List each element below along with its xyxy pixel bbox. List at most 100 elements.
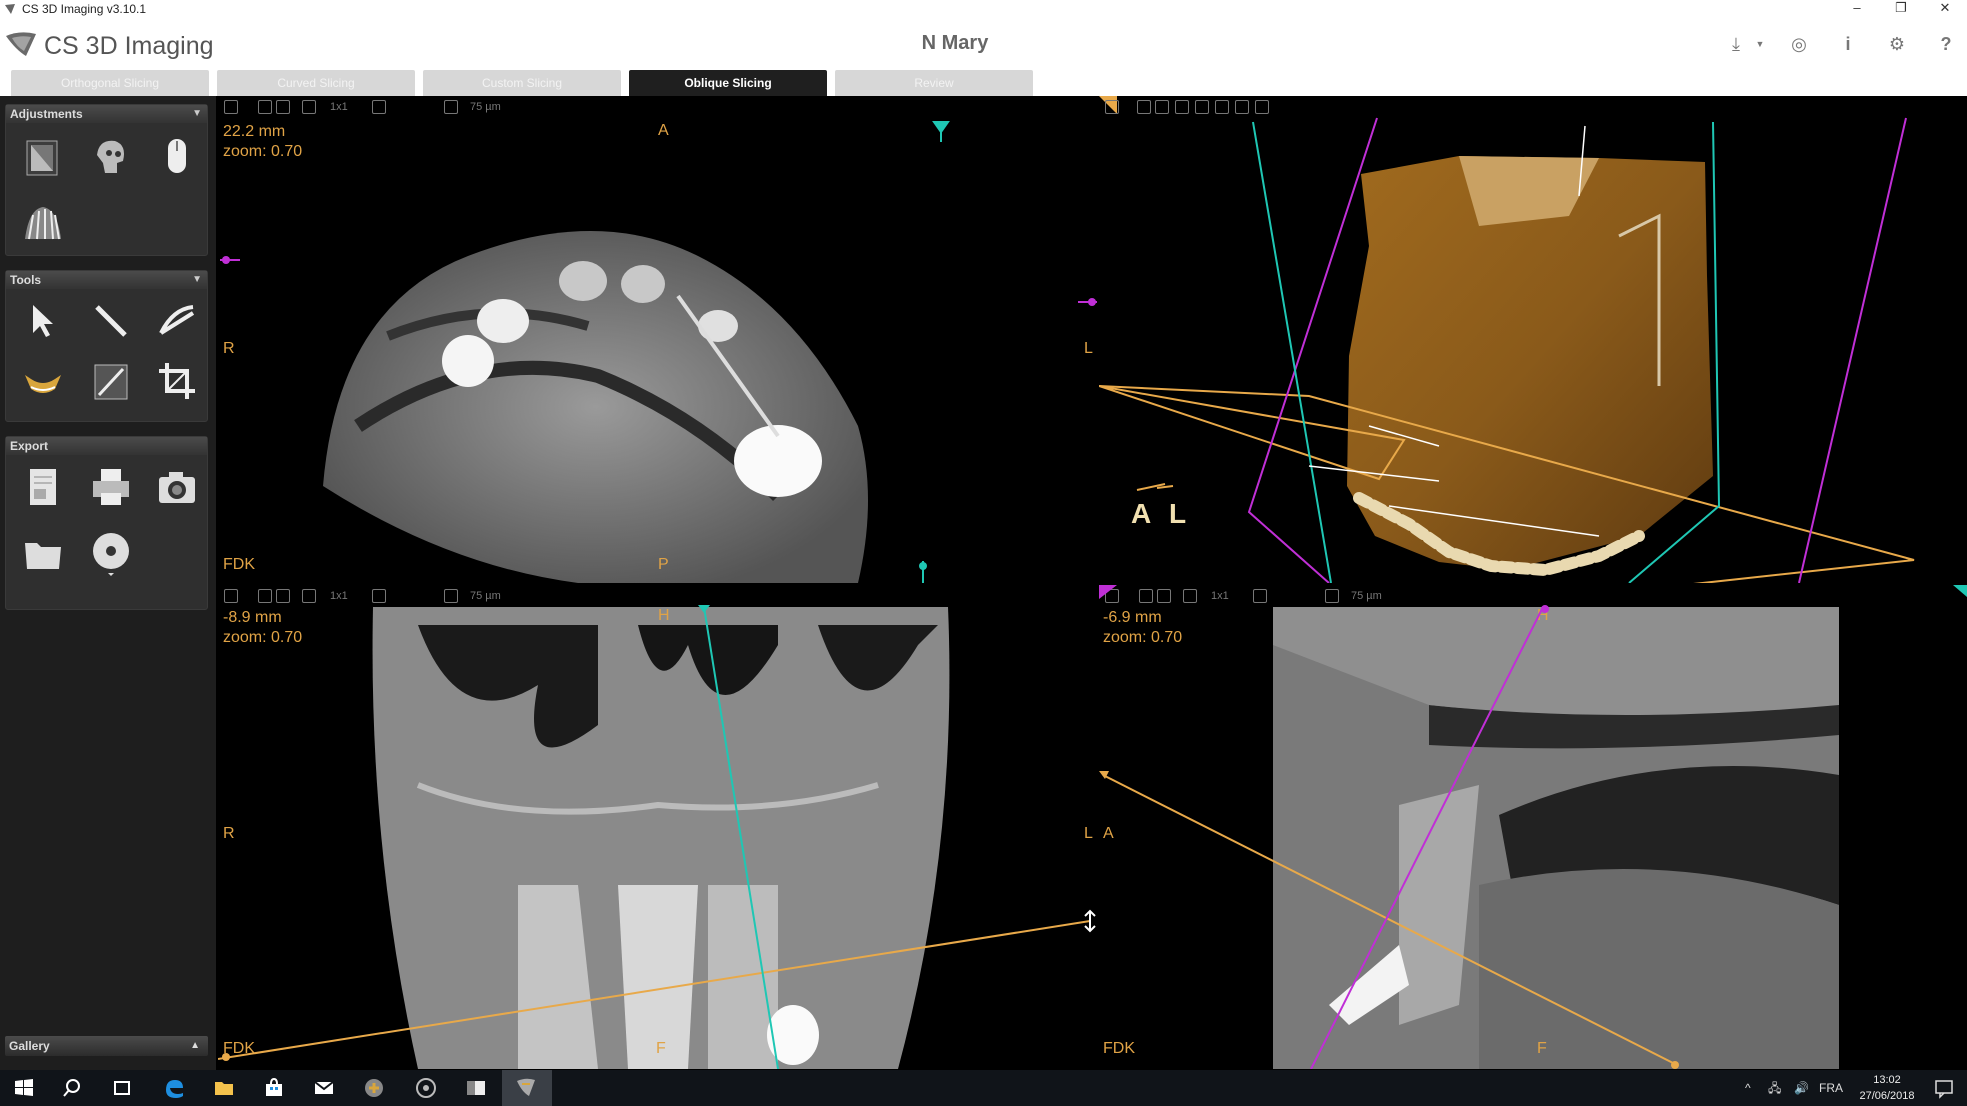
copy-view-icon[interactable]: [1155, 100, 1169, 114]
coronal-markers: [218, 605, 1096, 1069]
adjustments-panel: Adjustments ▼: [5, 104, 208, 256]
target-icon[interactable]: ◎: [1786, 32, 1812, 58]
cyan-bottom-handle[interactable]: [919, 562, 927, 570]
camera-icon[interactable]: [153, 463, 201, 511]
pointer-icon[interactable]: [19, 297, 67, 345]
gallery-title: Gallery: [9, 1039, 50, 1053]
angle-icon[interactable]: [153, 297, 201, 345]
export-title: Export: [10, 439, 49, 453]
annotation-icon[interactable]: [87, 357, 135, 405]
edge-icon[interactable]: [162, 1076, 186, 1100]
help-icon[interactable]: ?: [1933, 32, 1959, 58]
cyan-top-handle[interactable]: [698, 605, 710, 613]
cs-imaging-icon[interactable]: [362, 1076, 386, 1100]
cut-line[interactable]: [218, 920, 1091, 1060]
view-preset-1-icon[interactable]: [1175, 100, 1189, 114]
chevron-up-icon: ▲: [190, 1040, 200, 1051]
contrast-icon[interactable]: [19, 133, 67, 181]
tools-header[interactable]: Tools ▼: [6, 271, 207, 289]
chevron-down-icon: ▼: [192, 108, 202, 119]
orientation-a-label: A: [1131, 498, 1152, 529]
volume-viewport[interactable]: A L: [1099, 96, 1967, 583]
store-icon[interactable]: [262, 1076, 286, 1100]
app-window: CS 3D Imaging v3.10.1 – ❐ ✕ CS 3D Imagin…: [0, 0, 1967, 1106]
network-icon[interactable]: 🖧: [1768, 1070, 1781, 1106]
mouse-icon[interactable]: [153, 133, 201, 181]
cyan-guide-line[interactable]: [703, 606, 779, 1069]
chevron-down-icon[interactable]: ▼: [1747, 32, 1773, 58]
tab-curved-slicing[interactable]: Curved Slicing: [217, 70, 415, 96]
view-preset-4-icon[interactable]: [1235, 100, 1249, 114]
disc-icon[interactable]: [87, 529, 135, 577]
axial-viewport[interactable]: 1x1 75 µm 22.2 mm zoom: 0.70 A R L P FDK: [218, 96, 1097, 583]
task-view-icon[interactable]: [110, 1076, 134, 1100]
cut-line-left-handle[interactable]: [222, 1053, 230, 1061]
window-titlebar: CS 3D Imaging v3.10.1 – ❐ ✕: [0, 0, 1967, 18]
adjustments-header[interactable]: Adjustments ▼: [6, 105, 207, 123]
mail-icon[interactable]: [312, 1076, 336, 1100]
windows-taskbar: ^ 🖧 🔊 FRA 13:02 27/06/2018: [0, 1070, 1967, 1106]
app-header: CS 3D Imaging N Mary ⤓ ▼ ◎ i ⚙ ?: [0, 18, 1967, 70]
cs-logo-icon: [6, 32, 36, 56]
tab-custom-slicing[interactable]: Custom Slicing: [423, 70, 621, 96]
browser-icon[interactable]: [414, 1076, 438, 1100]
axial-markers: [220, 121, 1097, 583]
volume-render-icon[interactable]: [19, 199, 67, 247]
close-button[interactable]: ✕: [1923, 0, 1967, 18]
orientation-l-label: L: [1169, 498, 1187, 529]
windows-start-icon[interactable]: [12, 1076, 36, 1100]
magenta-top-handle[interactable]: [1541, 605, 1549, 613]
tab-oblique-slicing[interactable]: Oblique Slicing: [629, 70, 827, 96]
save-icon[interactable]: [1105, 100, 1119, 114]
tray-chevron-icon[interactable]: ^: [1745, 1070, 1751, 1106]
file-explorer-icon[interactable]: [212, 1076, 236, 1100]
view-preset-2-icon[interactable]: [1195, 100, 1209, 114]
report-icon[interactable]: [19, 463, 67, 511]
magenta-guide-line[interactable]: [1310, 606, 1544, 1069]
language-indicator[interactable]: FRA: [1819, 1070, 1843, 1106]
print-icon[interactable]: [87, 463, 135, 511]
cut-line[interactable]: [1102, 774, 1678, 1066]
magenta-right-handle[interactable]: [1088, 298, 1096, 306]
download-icon[interactable]: ⤓: [1723, 32, 1749, 58]
cyan-top-handle[interactable]: [932, 121, 950, 142]
adjustments-title: Adjustments: [10, 107, 83, 121]
minimize-button[interactable]: –: [1835, 0, 1879, 18]
tab-review[interactable]: Review: [835, 70, 1033, 96]
skull-icon[interactable]: [87, 133, 135, 181]
patient-name: N Mary: [921, 32, 989, 54]
view-preset-3-icon[interactable]: [1215, 100, 1229, 114]
restore-button[interactable]: ❐: [1879, 0, 1923, 18]
info-icon[interactable]: i: [1835, 32, 1861, 58]
ruler-icon[interactable]: [87, 297, 135, 345]
orientation-arrow-icon: [1136, 483, 1174, 491]
corner-marker: [1099, 585, 1117, 599]
export-panel: Export: [5, 436, 208, 610]
fit-icon[interactable]: [1137, 100, 1151, 114]
folder-icon[interactable]: [19, 529, 67, 577]
clock[interactable]: 13:02 27/06/2018: [1852, 1072, 1922, 1104]
tools-panel: Tools ▼: [5, 270, 208, 422]
clock-time: 13:02: [1873, 1074, 1901, 1086]
app-window-icon[interactable]: [464, 1076, 488, 1100]
search-icon[interactable]: [60, 1076, 84, 1100]
export-header[interactable]: Export: [6, 437, 207, 455]
view-preset-5-icon[interactable]: [1255, 100, 1269, 114]
sagittal-viewport[interactable]: 1x1 75 µm -6.9 mm zoom: 0.70 H A F FDK: [1099, 585, 1967, 1069]
notification-icon[interactable]: [1932, 1076, 1956, 1100]
coronal-viewport[interactable]: 1x1 75 µm -8.9 mm zoom: 0.70 H R L F FDK: [218, 585, 1097, 1069]
app-name: CS 3D Imaging: [44, 32, 214, 60]
cut-line-right-handle[interactable]: [1671, 1061, 1679, 1069]
tab-orthogonal-slicing[interactable]: Orthogonal Slicing: [11, 70, 209, 96]
volume-icon[interactable]: 🔊: [1794, 1070, 1809, 1106]
gallery-header[interactable]: Gallery ▲: [5, 1036, 208, 1056]
crop-icon[interactable]: [153, 357, 201, 405]
sidebar: Adjustments ▼ Tools ▼ Export Gallery ▲: [0, 96, 216, 1070]
tools-title: Tools: [10, 273, 42, 287]
cs-3d-icon[interactable]: [514, 1076, 538, 1100]
settings-icon[interactable]: ⚙: [1884, 32, 1910, 58]
app-logo-icon: [5, 4, 15, 14]
jaw-icon[interactable]: [19, 357, 67, 405]
magenta-left-handle[interactable]: [222, 256, 230, 264]
corner-marker-cyan: [1953, 585, 1967, 597]
